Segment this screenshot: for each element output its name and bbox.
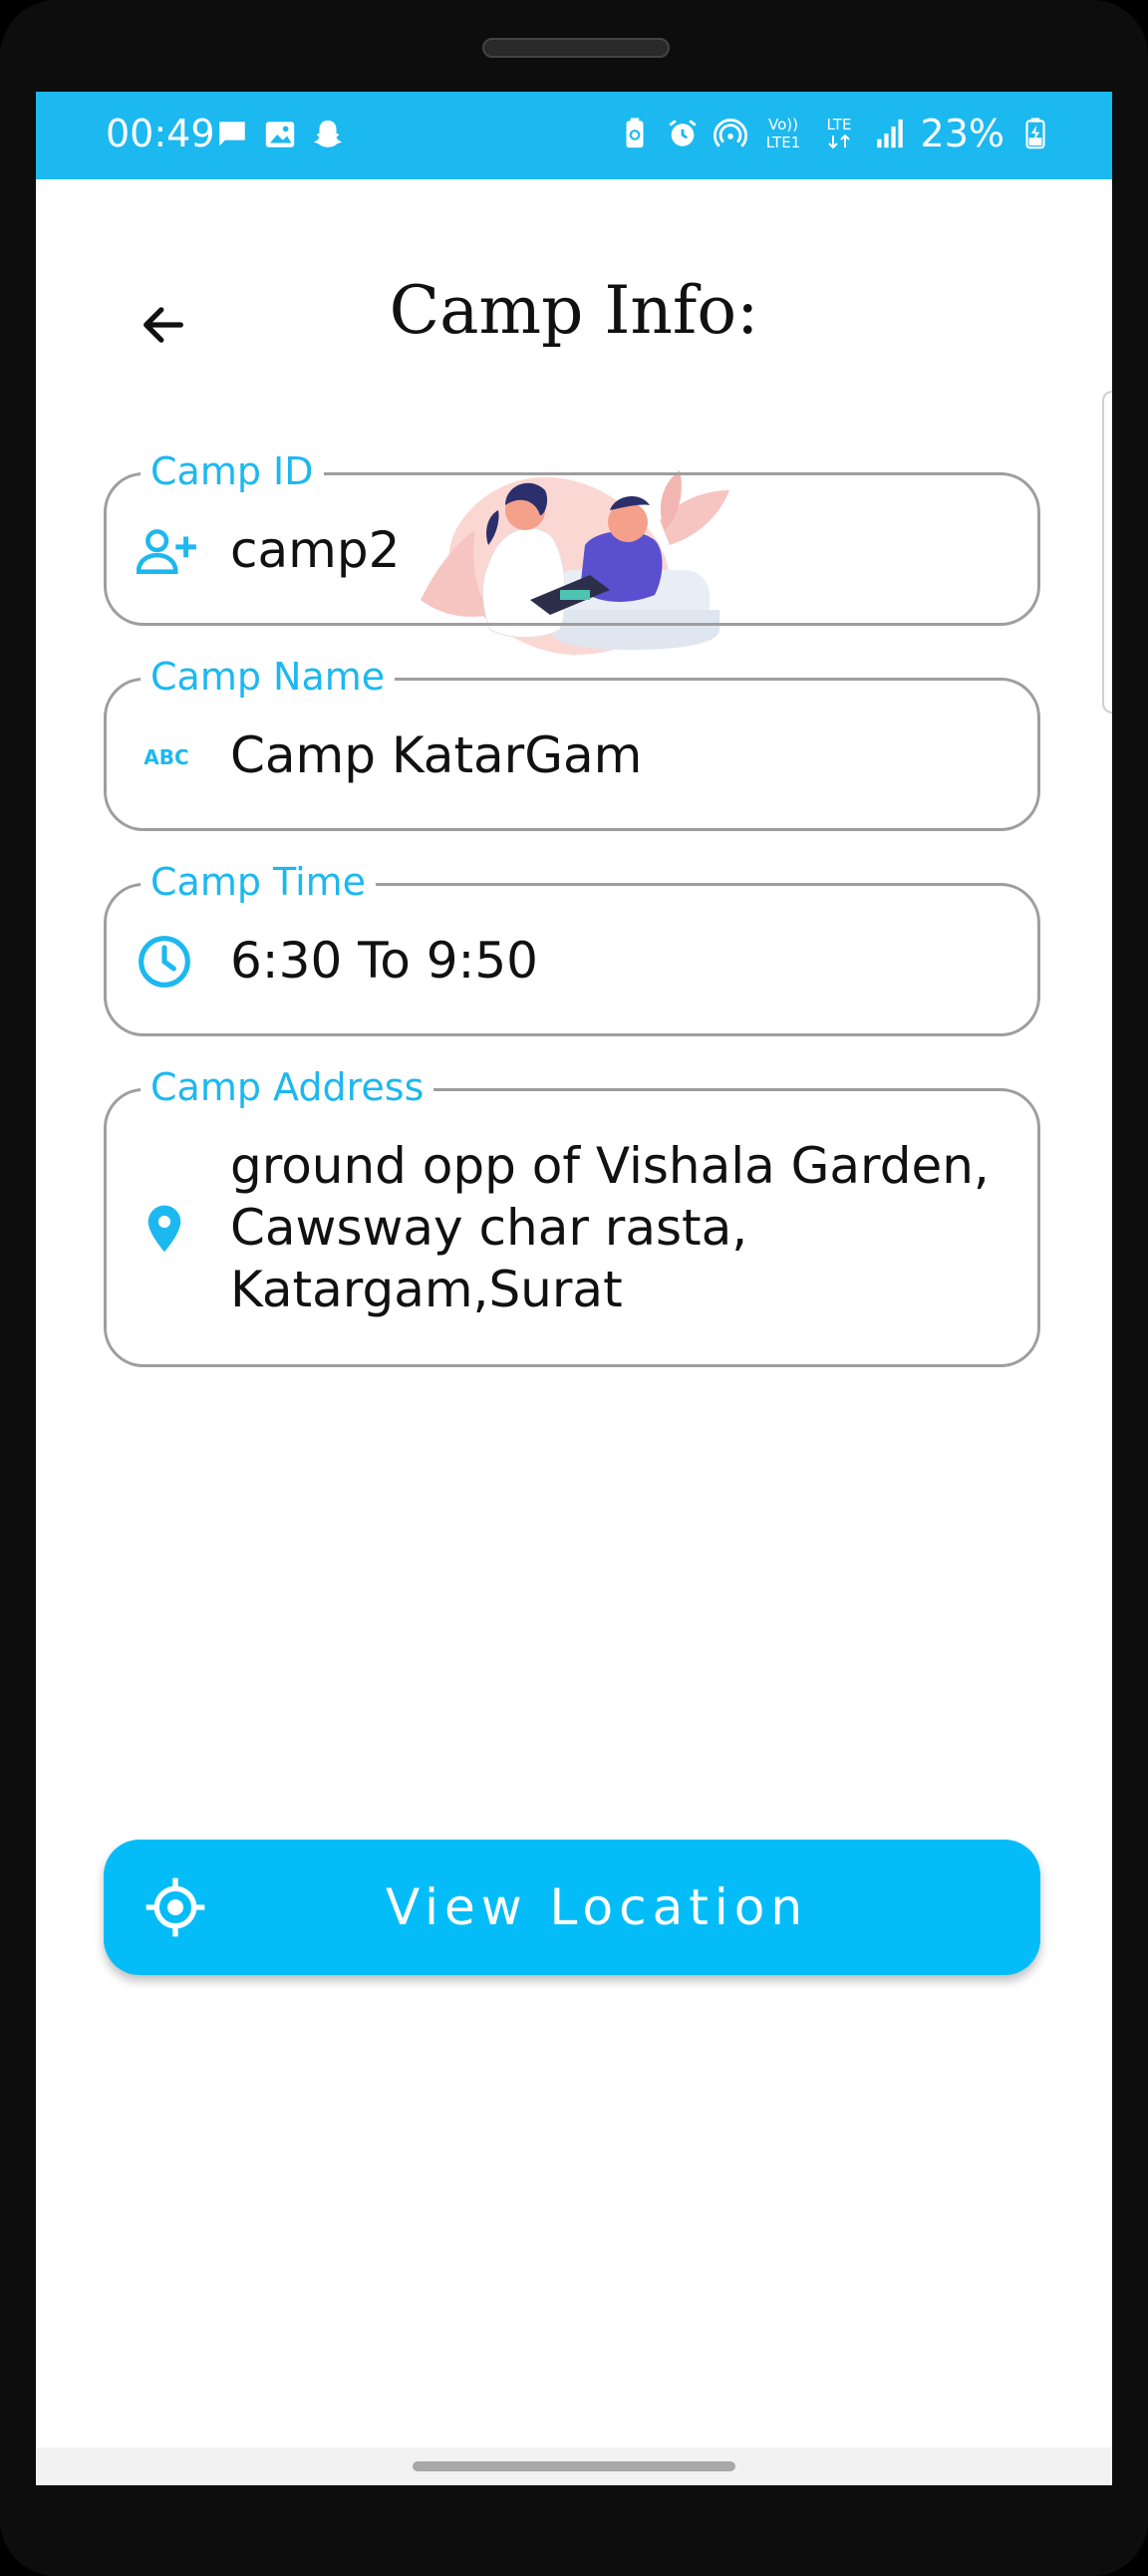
abc-icon: ABC: [144, 745, 188, 769]
camp-address-field[interactable]: Camp Address ground opp of Vishala Garde…: [104, 1065, 1040, 1367]
system-icons: Vo)) LTE1 LTE 23%: [618, 108, 1052, 159]
camp-time-value: 6:30 To 9:50: [230, 932, 538, 990]
camp-id-field[interactable]: Camp ID camp2: [104, 449, 1040, 626]
location-pin-icon: [147, 1205, 181, 1253]
page-title: Camp Info:: [389, 272, 759, 349]
recycle-battery-icon: [626, 118, 644, 148]
snapchat-icon: [313, 120, 343, 147]
hotspot-icon: [713, 119, 747, 147]
status-bar: 00:49 Vo)) LTE1 LTE 23%: [36, 92, 1112, 179]
camp-id-value: camp2: [230, 521, 401, 579]
lte-text: LTE: [826, 116, 851, 134]
message-icon: [219, 122, 245, 146]
signal-icon: [876, 119, 903, 148]
camp-address-value: ground opp of Vishala Garden, Cawsway ch…: [230, 1137, 990, 1318]
edge-panel-handle[interactable]: [1102, 391, 1112, 714]
battery-percent: 23%: [920, 112, 1004, 155]
camp-address-label: Camp Address: [141, 1065, 434, 1109]
view-location-label: View Location: [385, 1878, 809, 1936]
add-person-icon: [137, 529, 196, 574]
volte-line2: LTE1: [765, 134, 799, 151]
phone-frame: 00:49 Vo)) LTE1 LTE 23% Camp Info: Camp …: [0, 0, 1148, 2576]
battery-charging-icon: [1025, 118, 1045, 149]
gallery-icon: [265, 122, 295, 147]
camp-id-label: Camp ID: [141, 449, 324, 493]
earpiece-speaker: [482, 38, 670, 58]
abc-icon-text: ABC: [144, 745, 188, 769]
volte-line1: Vo)): [768, 116, 798, 134]
navigation-bar: [36, 2447, 1112, 2485]
camp-name-field[interactable]: Camp Name ABC Camp KatarGam: [104, 655, 1040, 831]
app-screen: 00:49 Vo)) LTE1 LTE 23% Camp Info: Camp …: [36, 92, 1112, 2485]
alarm-icon: [668, 120, 697, 146]
status-time: 00:49: [106, 112, 215, 155]
camp-time-field[interactable]: Camp Time 6:30 To 9:50: [104, 860, 1040, 1036]
view-location-button[interactable]: View Location: [104, 1840, 1040, 1975]
camp-name-value: Camp KatarGam: [230, 726, 643, 784]
lte-icon: LTE: [826, 116, 851, 149]
notification-icons: [215, 118, 345, 151]
volte-icon: Vo)) LTE1: [765, 116, 799, 151]
clock-icon: [139, 936, 190, 988]
home-indicator[interactable]: [413, 2461, 735, 2471]
camp-name-label: Camp Name: [141, 655, 396, 699]
camp-time-label: Camp Time: [141, 860, 377, 904]
